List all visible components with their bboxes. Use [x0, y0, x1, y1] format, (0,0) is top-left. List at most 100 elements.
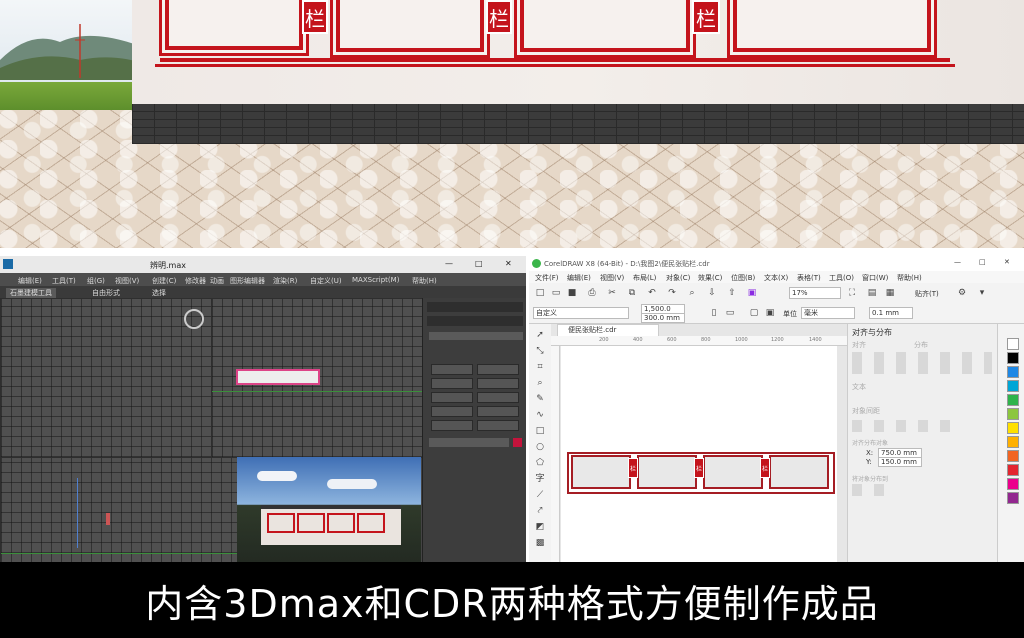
transparency-tool-icon[interactable]: ▩ [535, 538, 545, 548]
parallel-dimension-icon[interactable]: ⟋ [535, 490, 545, 500]
ribbon-tab-selection[interactable]: 选择 [152, 288, 166, 298]
palette-swatch[interactable] [1007, 366, 1019, 378]
units-dropdown[interactable]: 毫米 [801, 307, 855, 319]
palette-swatch[interactable] [1007, 478, 1019, 490]
landscape-icon[interactable]: ▭ [725, 308, 735, 318]
grid-icon[interactable]: ▦ [885, 288, 895, 298]
minimize-button[interactable]: — [445, 259, 453, 268]
export-icon[interactable]: ⇧ [727, 288, 737, 298]
shape-tool-icon[interactable]: ⤡ [535, 346, 545, 356]
freehand-tool-icon[interactable]: ✎ [535, 394, 545, 404]
rectangle-tool-icon[interactable]: □ [535, 426, 545, 436]
cdr-drawing-area[interactable]: 便民张贴栏.cdr 200 400 600 800 1000 1200 1400… [551, 324, 847, 562]
spacing-buttons[interactable] [852, 420, 952, 432]
design-panel-2[interactable] [637, 455, 697, 489]
connector-tool-icon[interactable]: ⤤ [535, 506, 545, 516]
launch-icon[interactable]: ▾ [977, 288, 987, 298]
menu-edit[interactable]: 编辑(E) [567, 273, 591, 283]
full-screen-icon[interactable]: ⛶ [847, 288, 857, 298]
palette-swatch[interactable] [1007, 380, 1019, 392]
text-tool-icon[interactable]: 字 [535, 474, 545, 484]
panel-button[interactable] [477, 406, 519, 417]
viewcube-icon[interactable] [184, 309, 204, 329]
maximize-button[interactable]: □ [475, 259, 483, 268]
panel-button[interactable] [477, 420, 519, 431]
ellipse-tool-icon[interactable]: ○ [535, 442, 545, 452]
palette-swatch[interactable] [1007, 352, 1019, 364]
palette-swatch[interactable] [1007, 436, 1019, 448]
new-document-icon[interactable]: □ [535, 288, 545, 298]
menu-help[interactable]: 帮助(H) [897, 273, 922, 283]
y-position-field[interactable]: 150.0 mm [878, 457, 922, 467]
menu-object[interactable]: 对象(C) [666, 273, 690, 283]
palette-swatch[interactable] [1007, 338, 1019, 350]
panel-button[interactable] [477, 392, 519, 403]
all-pages-icon[interactable]: ▢ [749, 308, 759, 318]
maximize-button[interactable]: □ [979, 258, 986, 266]
design-tag-1[interactable]: 栏 [628, 458, 638, 478]
rulers-icon[interactable]: ▤ [867, 288, 877, 298]
design-panel-1[interactable] [571, 455, 631, 489]
palette-swatch[interactable] [1007, 408, 1019, 420]
menu-views[interactable]: 视图(V) [115, 276, 139, 286]
print-icon[interactable]: ⎙ [587, 288, 597, 298]
design-tag-2[interactable]: 栏 [694, 458, 704, 478]
menu-maxscript[interactable]: MAXScript(M) [352, 276, 399, 284]
viewport-top[interactable] [0, 298, 212, 458]
page-height-field[interactable]: 300.0 mm [641, 313, 685, 323]
publish-pdf-icon[interactable]: ▣ [747, 288, 757, 298]
close-button[interactable]: ✕ [505, 259, 512, 268]
zoom-tool-icon[interactable]: ⌕ [535, 378, 545, 388]
distribute-to-buttons[interactable] [852, 484, 892, 496]
menu-help[interactable]: 帮助(H) [412, 276, 437, 286]
panel-tabs[interactable] [427, 302, 523, 312]
palette-swatch[interactable] [1007, 394, 1019, 406]
panel-button[interactable] [477, 364, 519, 375]
minimize-button[interactable]: — [954, 258, 961, 266]
menu-window[interactable]: 窗口(W) [862, 273, 888, 283]
import-icon[interactable]: ⇩ [707, 288, 717, 298]
pick-tool-icon[interactable]: ➚ [535, 330, 545, 340]
undo-icon[interactable]: ↶ [647, 288, 657, 298]
artistic-media-icon[interactable]: ∿ [535, 410, 545, 420]
panel-icons[interactable] [427, 316, 523, 326]
design-tag-3[interactable]: 栏 [760, 458, 770, 478]
search-icon[interactable]: ⌕ [687, 288, 697, 298]
save-icon[interactable]: ■ [567, 288, 577, 298]
palette-swatch[interactable] [1007, 450, 1019, 462]
portrait-icon[interactable]: ▯ [709, 308, 719, 318]
open-icon[interactable]: ▭ [551, 288, 561, 298]
shadow-tool-icon[interactable]: ◩ [535, 522, 545, 532]
menu-animation[interactable]: 动画 [210, 276, 224, 286]
panel-button[interactable] [431, 406, 473, 417]
menu-tools[interactable]: 工具(T) [52, 276, 76, 286]
current-page-icon[interactable]: ▣ [765, 308, 775, 318]
menu-layout[interactable]: 布局(L) [633, 273, 656, 283]
palette-swatch[interactable] [1007, 422, 1019, 434]
menu-table[interactable]: 表格(T) [797, 273, 821, 283]
menu-view[interactable]: 视图(V) [600, 273, 624, 283]
copy-icon[interactable]: ⧉ [627, 288, 637, 298]
viewport-front[interactable] [211, 298, 423, 458]
panel-button[interactable] [477, 378, 519, 389]
menu-customize[interactable]: 自定义(U) [310, 276, 342, 286]
menu-bitmaps[interactable]: 位图(B) [731, 273, 755, 283]
page-preset-dropdown[interactable]: 自定义 [533, 307, 629, 319]
panel-button[interactable] [431, 364, 473, 375]
gear-icon[interactable]: ⚙ [957, 288, 967, 298]
menu-file[interactable]: 文件(F) [535, 273, 559, 283]
vertical-ruler[interactable] [551, 346, 560, 562]
design-panel-4[interactable] [769, 455, 829, 489]
panel-button[interactable] [431, 392, 473, 403]
palette-swatch[interactable] [1007, 492, 1019, 504]
zoom-level-field[interactable]: 17% [789, 287, 841, 299]
menu-group[interactable]: 组(G) [87, 276, 105, 286]
menu-effects[interactable]: 效果(C) [698, 273, 722, 283]
snap-to-menu[interactable]: 贴齐(T) [915, 289, 939, 299]
ribbon-tab-freeform[interactable]: 自由形式 [92, 288, 120, 298]
panel-dropdown[interactable] [429, 332, 523, 340]
horizontal-ruler[interactable]: 200 400 600 800 1000 1200 1400 [551, 336, 847, 346]
menu-create[interactable]: 创建(C) [152, 276, 176, 286]
menu-rendering[interactable]: 渲染(R) [273, 276, 297, 286]
panel-button[interactable] [431, 378, 473, 389]
